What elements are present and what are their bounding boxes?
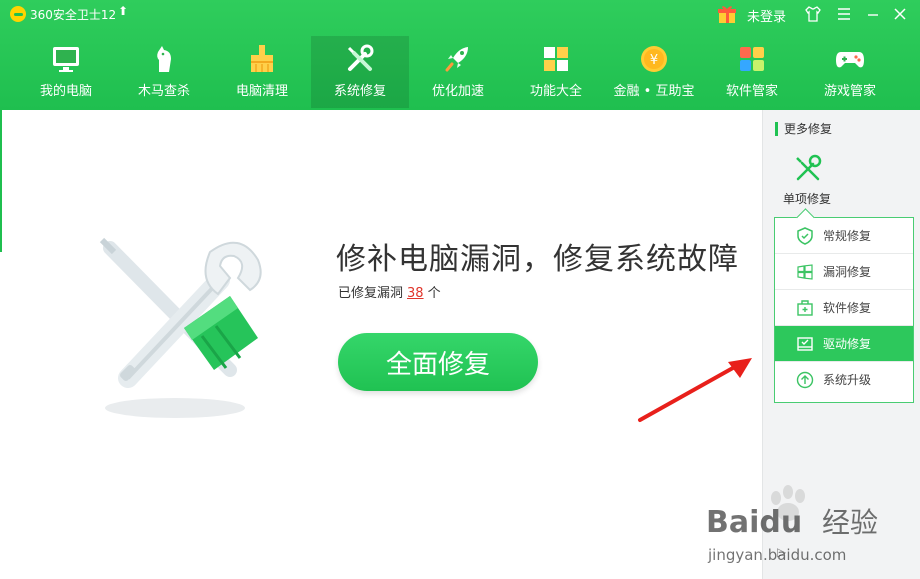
nav-label: 金融 • 互助宝 <box>613 84 695 99</box>
menu-item-label: 系统升级 <box>823 373 872 387</box>
left-edge-strip <box>0 110 2 252</box>
menu-item-label: 漏洞修复 <box>823 265 872 279</box>
fixed-count-link[interactable]: 38 <box>407 286 424 301</box>
menu-item-driver-repair[interactable]: 驱动修复 <box>775 326 913 362</box>
watermark-brand-cn: 经验 <box>822 506 878 539</box>
app-header: 360安全卫士12 ⬆ 未登录 我的电脑 木马查杀 电脑清理 系统修复 优化加速… <box>0 0 920 110</box>
shield-icon <box>795 226 815 246</box>
nav-label: 功能大全 <box>529 84 582 99</box>
svg-text:¥: ¥ <box>650 53 658 68</box>
main-nav: 我的电脑 木马查杀 电脑清理 系统修复 优化加速 功能大全 ¥ 金融 • 互助宝… <box>0 36 920 108</box>
menu-item-vulnerability-repair[interactable]: 漏洞修复 <box>775 254 913 290</box>
close-icon[interactable] <box>890 4 910 24</box>
menu-item-regular-repair[interactable]: 常规修复 <box>775 218 913 254</box>
nav-item-my-computer[interactable]: 我的电脑 <box>17 36 115 108</box>
menu-item-label: 软件修复 <box>823 301 872 315</box>
single-repair-dropdown: 常规修复 漏洞修复 软件修复 驱动修复 系统升级 <box>774 217 914 403</box>
more-repair-title: 更多修复 <box>775 122 832 136</box>
annotation-arrow <box>638 358 752 422</box>
nav-label: 游戏管家 <box>823 84 876 99</box>
summary-suffix: 个 <box>427 286 441 301</box>
full-repair-button[interactable]: 全面修复 <box>338 333 538 391</box>
menu-icon[interactable] <box>834 4 854 24</box>
nav-item-finance[interactable]: ¥ 金融 • 互助宝 <box>605 36 703 108</box>
nav-item-optimize[interactable]: 优化加速 <box>409 36 507 108</box>
summary-prefix: 已修复漏洞 <box>338 286 404 301</box>
menu-item-software-repair[interactable]: 软件修复 <box>775 290 913 326</box>
login-link[interactable]: 未登录 <box>747 6 786 25</box>
nav-label: 电脑清理 <box>235 84 288 99</box>
nav-label: 软件管家 <box>725 84 778 99</box>
driver-icon <box>795 334 815 354</box>
watermark-brand: Baidu <box>706 505 802 540</box>
upgrade-arrow-icon[interactable]: ⬆ <box>118 4 128 18</box>
fixed-vulnerability-summary: 已修复漏洞 38 个 <box>338 282 441 301</box>
wrench-icon <box>343 42 377 76</box>
software-icon <box>735 42 769 76</box>
horse-icon <box>147 42 181 76</box>
watermark-url: jingyan.baidu.com <box>707 546 846 564</box>
app-title: 360安全卫士12 <box>30 8 117 22</box>
logo-icon <box>10 6 26 22</box>
nav-label: 优化加速 <box>431 84 484 99</box>
single-repair-label[interactable]: 单项修复 <box>783 190 831 207</box>
minimize-icon[interactable] <box>863 4 883 24</box>
menu-item-label: 常规修复 <box>823 229 872 243</box>
nav-item-features[interactable]: 功能大全 <box>507 36 605 108</box>
menu-item-system-upgrade[interactable]: 系统升级 <box>775 362 913 397</box>
nav-label: 木马查杀 <box>137 84 190 99</box>
gift-icon[interactable] <box>716 3 738 25</box>
nav-label: 系统修复 <box>333 84 386 99</box>
nav-label: 我的电脑 <box>39 84 92 99</box>
windows-icon <box>795 262 815 282</box>
nav-item-software[interactable]: 软件管家 <box>703 36 801 108</box>
nav-item-trojan-scan[interactable]: 木马查杀 <box>115 36 213 108</box>
coin-icon: ¥ <box>637 42 671 76</box>
baidu-jingyan-watermark: Baidu 经验 jingyan.baidu.com <box>706 485 878 564</box>
wrench-icon[interactable] <box>791 152 825 186</box>
repair-tools-illustration <box>99 237 262 418</box>
broom-icon <box>245 42 279 76</box>
title-bar: 360安全卫士12 ⬆ 未登录 <box>0 0 920 28</box>
menu-item-label: 驱动修复 <box>823 337 872 351</box>
nav-item-cleanup[interactable]: 电脑清理 <box>213 36 311 108</box>
nav-item-system-repair[interactable]: 系统修复 <box>311 36 409 108</box>
grid-icon <box>539 42 573 76</box>
upgrade-icon <box>795 370 815 390</box>
page-headline: 修补电脑漏洞，修复系统故障 <box>336 242 739 277</box>
nav-item-games[interactable]: 游戏管家 <box>801 36 899 108</box>
package-icon <box>795 298 815 318</box>
monitor-icon <box>49 42 83 76</box>
rocket-icon <box>441 42 475 76</box>
gamepad-icon <box>833 42 867 76</box>
skin-shirt-icon[interactable] <box>803 4 823 24</box>
